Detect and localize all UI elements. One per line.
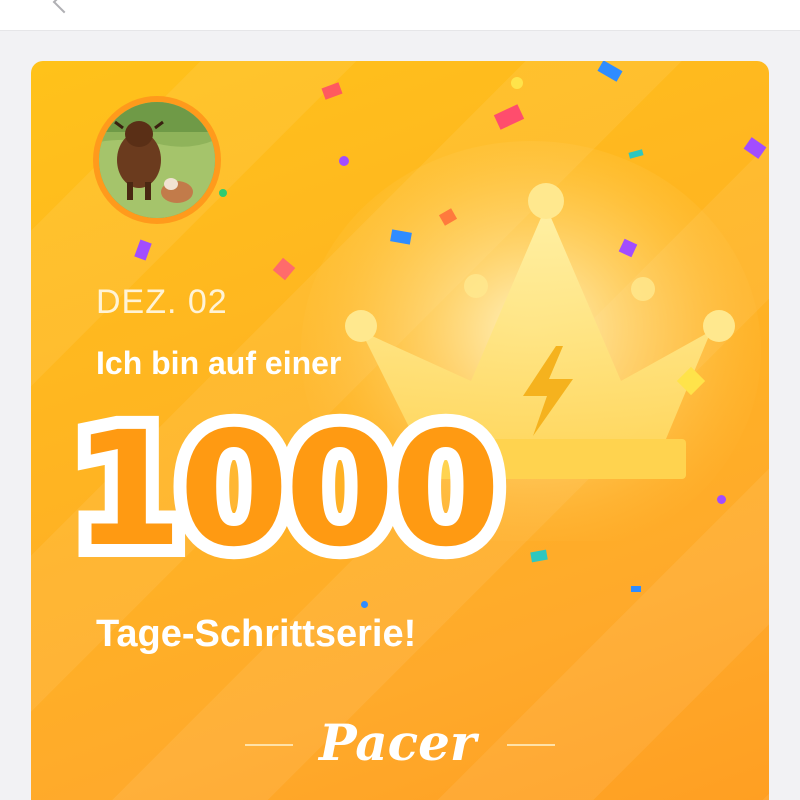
back-arrow-icon[interactable] [52, 0, 76, 14]
confetti [361, 601, 368, 608]
cow-photo [99, 102, 215, 218]
top-bar [0, 0, 800, 31]
confetti [219, 189, 227, 197]
confetti [717, 495, 726, 504]
pacer-logo: Pacer [319, 713, 477, 772]
streak-number: 1000 [60, 398, 514, 582]
avatar-ring [93, 96, 221, 224]
headline-text: Ich bin auf einer [96, 345, 342, 381]
confetti [511, 77, 523, 89]
date-label: DEZ. 02 [96, 283, 228, 321]
share-card: DEZ. 02 Ich bin auf einer 1000 Tage-Schr… [31, 61, 769, 800]
streak-subtitle: Tage-Schrittserie! [96, 613, 417, 655]
avatar[interactable] [99, 102, 215, 218]
brand-divider-right [507, 744, 555, 746]
confetti [339, 156, 349, 166]
confetti [631, 586, 641, 592]
brand-divider-left [245, 744, 293, 746]
